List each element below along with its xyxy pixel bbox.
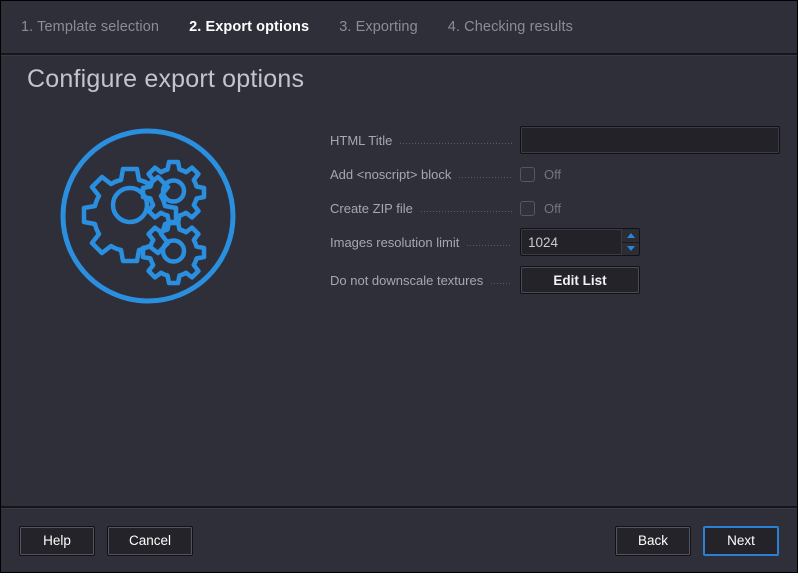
create-zip-checkbox[interactable] (520, 200, 535, 216)
noscript-state-text: Off (544, 166, 562, 182)
wizard-step-4[interactable]: 4. Checking results (448, 19, 573, 35)
edit-list-button[interactable]: Edit List (520, 266, 640, 294)
spinner-decrement-button[interactable] (622, 242, 639, 255)
label-html-title: HTML Title (330, 132, 393, 148)
leader-dots (400, 142, 512, 144)
leader-dots (467, 244, 512, 246)
images-resolution-spinbox[interactable]: 1024 (520, 228, 640, 256)
step-bar-divider-highlight (1, 55, 797, 56)
next-button[interactable]: Next (703, 525, 779, 556)
noscript-checkbox[interactable] (520, 166, 535, 182)
wizard-step-1[interactable]: 1. Template selection (21, 19, 159, 35)
leader-dots (459, 176, 512, 178)
control-do-not-downscale-textures: Edit List (520, 266, 782, 294)
chevron-down-icon (626, 246, 635, 252)
form-row-do-not-downscale-textures: Do not downscale textures Edit List (330, 265, 782, 295)
footer-left-buttons: Help Cancel (19, 525, 193, 556)
form-row-images-resolution-limit: Images resolution limit 1024 (330, 227, 782, 257)
export-options-form: HTML Title Add <noscript> block Off Crea… (330, 125, 782, 295)
cancel-button[interactable]: Cancel (107, 525, 193, 556)
spinner-buttons (621, 229, 639, 255)
label-do-not-downscale-textures: Do not downscale textures (330, 272, 484, 288)
label-create-zip-file: Create ZIP file (330, 200, 413, 216)
control-images-resolution-limit: 1024 (520, 228, 782, 256)
gears-circle-icon (53, 121, 243, 311)
label-add-noscript-block: Add <noscript> block (330, 166, 452, 182)
footer-right-buttons: Back Next (615, 525, 779, 556)
help-button[interactable]: Help (19, 525, 95, 556)
wizard-step-2[interactable]: 2. Export options (189, 19, 309, 35)
images-resolution-value[interactable]: 1024 (521, 229, 621, 255)
page-title: Configure export options (27, 65, 305, 93)
export-wizard-window: 1. Template selection 2. Export options … (0, 0, 798, 573)
leader-dots (491, 282, 512, 284)
label-images-resolution-limit: Images resolution limit (330, 234, 460, 250)
back-button[interactable]: Back (615, 525, 691, 556)
leader-dots (420, 210, 512, 212)
form-row-create-zip: Create ZIP file Off (330, 193, 782, 223)
control-create-zip: Off (520, 200, 782, 216)
wizard-footer: Help Cancel Back Next (1, 509, 797, 572)
form-row-html-title: HTML Title (330, 125, 782, 155)
wizard-step-bar: 1. Template selection 2. Export options … (1, 1, 797, 53)
create-zip-state-text: Off (544, 200, 562, 216)
control-html-title (520, 126, 782, 154)
form-row-noscript: Add <noscript> block Off (330, 159, 782, 189)
html-title-input[interactable] (520, 126, 780, 154)
control-noscript: Off (520, 166, 782, 182)
wizard-step-3[interactable]: 3. Exporting (339, 19, 418, 35)
spinner-increment-button[interactable] (622, 229, 639, 243)
chevron-up-icon (626, 232, 635, 238)
